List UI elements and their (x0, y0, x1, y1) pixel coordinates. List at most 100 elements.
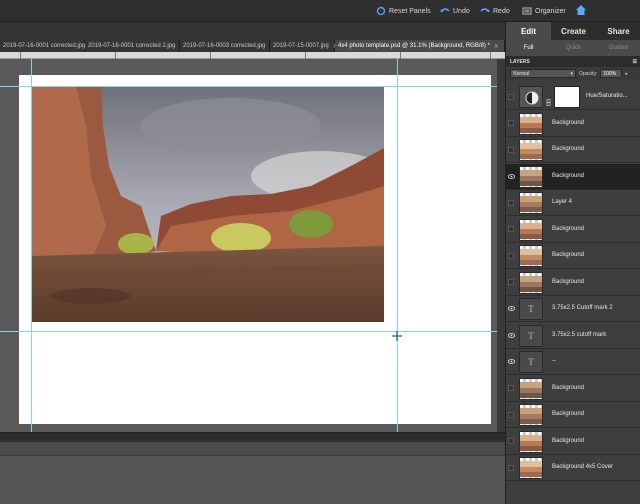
visibility-toggle[interactable] (506, 243, 516, 269)
visibility-toggle[interactable] (506, 216, 516, 242)
visibility-box (508, 120, 514, 126)
layer-thumbnail-image (520, 408, 542, 424)
doc-tab-label: 2019-07-16-0001 corrected 2.jpg (88, 43, 176, 49)
close-icon[interactable]: ✕ (494, 43, 499, 50)
guide-line[interactable] (0, 331, 497, 332)
layer-name: Background (552, 384, 585, 391)
canyon-photo[interactable] (31, 86, 384, 322)
visibility-box (508, 464, 514, 471)
visibility-toggle[interactable] (506, 455, 516, 481)
visibility-toggle[interactable] (506, 402, 516, 428)
horizontal-scrollbar[interactable] (0, 432, 505, 442)
tab-edit[interactable]: Edit (506, 22, 551, 40)
layer-thumbnail (519, 377, 543, 400)
layer-thumbnail (519, 165, 543, 188)
layer-mask[interactable] (554, 86, 580, 108)
vertical-scrollbar[interactable] (497, 59, 505, 432)
canyon-photo-image (31, 86, 384, 322)
home-icon[interactable] (575, 4, 587, 16)
redo-label: Redo (493, 7, 510, 15)
eye-icon[interactable] (506, 322, 516, 348)
visibility-box (508, 226, 514, 232)
photoshop-elements-window: Reset Panels Undo Redo Organizer 2019-07… (0, 0, 640, 504)
guide-line[interactable] (0, 86, 497, 87)
eye-icon[interactable] (506, 163, 516, 189)
undo-button[interactable]: Undo (440, 5, 470, 17)
layer-row[interactable]: Background (506, 269, 640, 296)
layer-row[interactable]: T 3.75x2.5 cutoff mark (506, 322, 640, 349)
layer-thumbnail (519, 404, 543, 426)
layer-row[interactable]: Background 4x5 Cover (506, 455, 640, 481)
mode-tabs: Edit Create Share (506, 22, 640, 40)
options-band (0, 22, 505, 40)
chevron-right-icon[interactable]: ▸ (625, 71, 628, 77)
visibility-box (508, 438, 514, 444)
layer-row[interactable]: Background (506, 243, 640, 269)
organizer-icon (522, 7, 532, 15)
visibility-toggle[interactable] (506, 428, 516, 454)
adjustment-layer-icon (519, 86, 543, 108)
ruler-tick (20, 52, 21, 59)
tab-full[interactable]: Full (506, 40, 551, 56)
undo-icon (440, 8, 450, 12)
visibility-toggle[interactable] (506, 269, 516, 295)
layer-name: Background (552, 437, 585, 444)
layer-thumbnail (519, 457, 543, 479)
layers-list: Hue/Saturatio... Background Background Back… (506, 84, 640, 504)
visibility-toggle[interactable] (506, 84, 516, 110)
opacity-input[interactable]: 100% (600, 69, 623, 78)
layer-row[interactable]: Background (506, 375, 640, 402)
eye-icon (507, 359, 515, 364)
visibility-toggle[interactable] (506, 110, 516, 136)
layer-thumbnail-image (520, 434, 542, 451)
blend-mode-select[interactable]: Normal ▾ (510, 69, 576, 78)
layer-name: Background (552, 411, 585, 417)
layer-row[interactable]: Background (506, 216, 640, 243)
link-icon[interactable] (546, 93, 551, 106)
guide-line[interactable] (397, 59, 398, 432)
visibility-box (508, 199, 514, 206)
layer-name: -- (552, 358, 556, 364)
tab-quick[interactable]: Quick (551, 40, 596, 56)
layer-row[interactable]: Background (506, 137, 640, 163)
guide-line[interactable] (31, 59, 32, 432)
doc-tab-1[interactable]: 2019-07-16-0001 corrected.jpg✕ (0, 40, 94, 52)
canvas-area[interactable] (0, 59, 505, 432)
organizer-button[interactable]: Organizer (522, 5, 566, 17)
doc-tab-2[interactable]: 2019-07-16-0001 corrected 2.jpg✕ (85, 40, 184, 52)
doc-tab-4[interactable]: 2019-07-15-0007.jpg✕ (270, 40, 338, 52)
visibility-toggle[interactable] (506, 137, 516, 163)
doc-tab-3[interactable]: 2019-07-16-0003 corrected.jpg✕ (180, 40, 274, 52)
redo-button[interactable]: Redo (480, 5, 510, 17)
ruler-tick (210, 52, 211, 59)
tab-create[interactable]: Create (551, 22, 596, 40)
layer-row[interactable]: Background (506, 402, 640, 428)
tab-share[interactable]: Share (596, 22, 640, 40)
layer-thumbnail-image (520, 461, 542, 477)
visibility-toggle[interactable] (506, 190, 516, 216)
visibility-box (508, 146, 514, 153)
layer-row[interactable]: Background (506, 428, 640, 455)
layer-row[interactable]: T 3.75x2.5 Cutoff mark 2 (506, 296, 640, 322)
layer-thumbnail-image (520, 222, 542, 239)
doc-tab-active[interactable]: 4x4 photo template.psd @ 31.1% (Backgrou… (335, 40, 505, 52)
layer-row[interactable]: Background (506, 110, 640, 137)
layer-row[interactable]: Layer 4 (506, 190, 640, 216)
layer-row[interactable]: Hue/Saturatio... (506, 84, 640, 110)
eye-icon[interactable] (506, 296, 516, 322)
layer-row[interactable]: T -- (506, 349, 640, 375)
eye-icon[interactable] (506, 349, 516, 375)
layer-row[interactable]: Background (506, 163, 640, 190)
layer-thumbnail (519, 245, 543, 267)
reset-panels-label: Reset Panels (389, 7, 431, 15)
blend-mode-value: Normal (513, 70, 530, 77)
tab-guided[interactable]: Guided (596, 40, 640, 56)
reset-panels-button[interactable]: Reset Panels (376, 5, 431, 17)
layer-name: Background (552, 225, 585, 232)
doc-tab-label: 2019-07-15-0007.jpg (273, 43, 329, 49)
visibility-toggle[interactable] (506, 375, 516, 401)
redo-icon (480, 8, 490, 12)
layer-thumbnail-image (520, 116, 542, 133)
layer-name: Background 4x5 Cover (552, 464, 614, 470)
panel-menu-icon[interactable]: ☰ (633, 59, 637, 65)
